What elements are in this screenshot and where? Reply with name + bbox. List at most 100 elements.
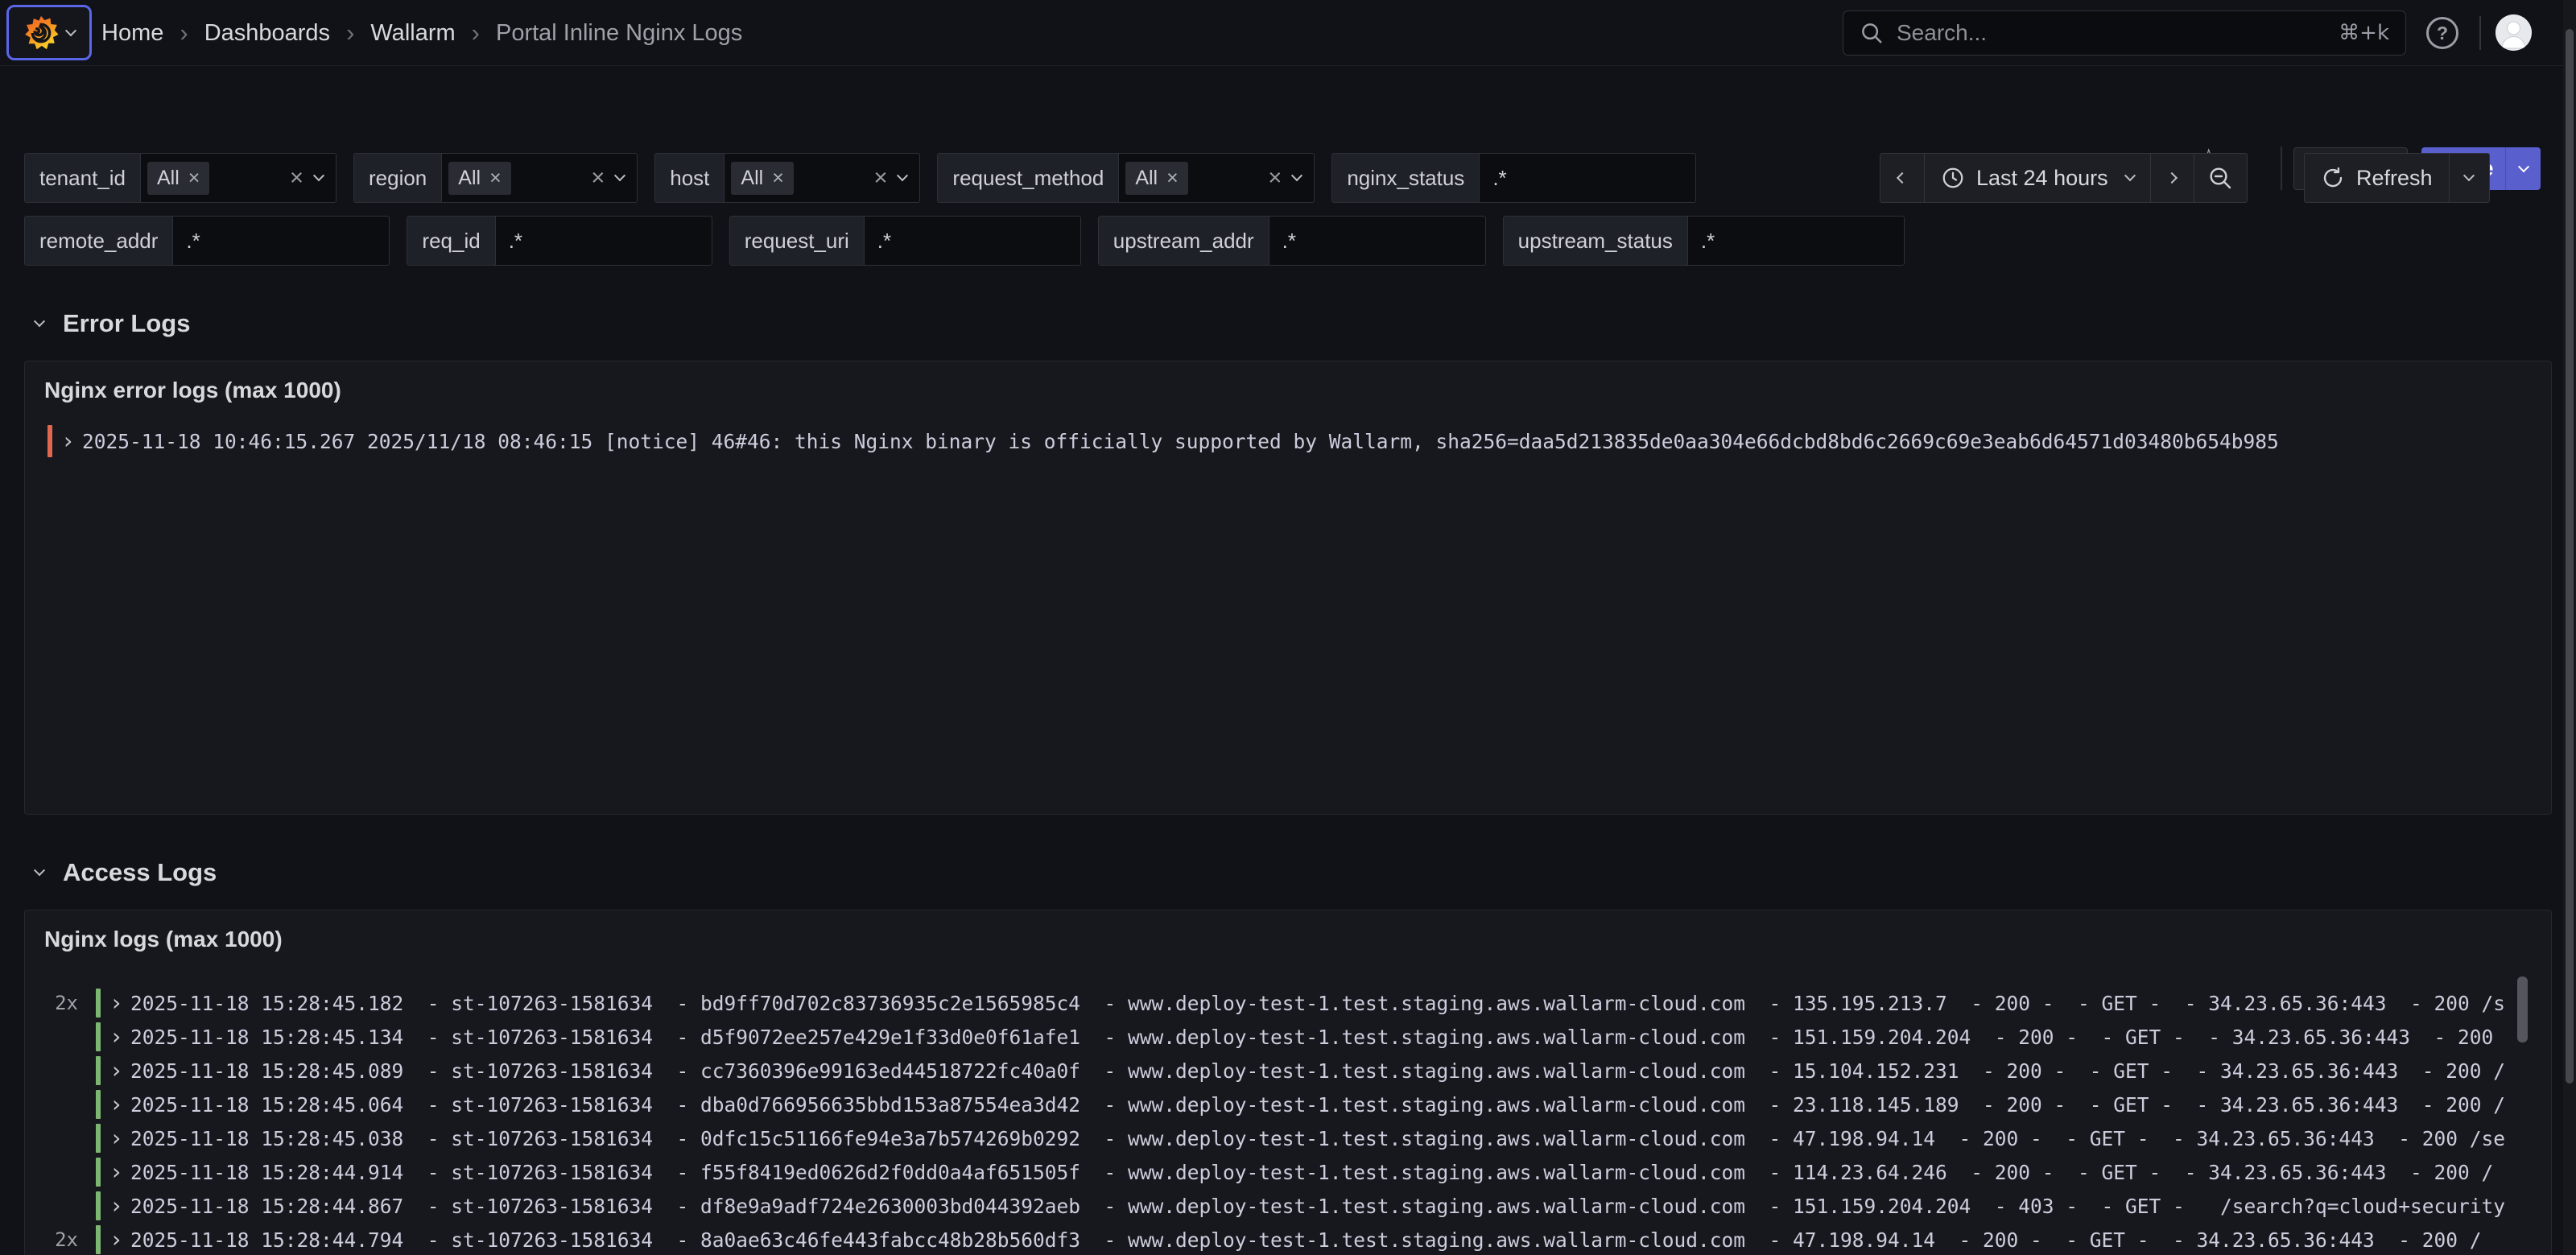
log-row[interactable]: ›2025-11-18 15:28:44.867 - st-107263-158…	[25, 1189, 2551, 1223]
grafana-logo-button[interactable]	[6, 5, 92, 60]
log-row[interactable]: ›2025-11-18 10:46:15.267 2025/11/18 08:4…	[25, 423, 2551, 460]
panel-title[interactable]: Nginx logs (max 1000)	[25, 910, 2551, 952]
selected-option-chip[interactable]: All×	[1125, 162, 1187, 195]
breadcrumb-home[interactable]: Home	[101, 20, 163, 47]
chip-label: All	[741, 167, 763, 190]
variable-tenant_id[interactable]: tenant_idAll××	[24, 153, 336, 203]
clear-selection-icon[interactable]: ×	[290, 167, 303, 190]
log-expand-icon[interactable]: ›	[109, 1195, 126, 1217]
log-line-text: 2025-11-18 15:28:45.038 - st-107263-1581…	[130, 1127, 2551, 1150]
variable-label: nginx_status	[1332, 154, 1480, 202]
variable-nginx_status[interactable]: nginx_status.*	[1331, 153, 1696, 203]
log-expand-icon[interactable]: ›	[109, 1228, 126, 1251]
variable-host[interactable]: hostAll××	[654, 153, 920, 203]
log-expand-icon[interactable]: ›	[109, 1093, 126, 1116]
panel-scrollbar-thumb[interactable]	[2517, 976, 2528, 1042]
selected-option-chip[interactable]: All ×	[731, 162, 793, 195]
log-row[interactable]: ›2025-11-18 15:28:45.038 - st-107263-158…	[25, 1121, 2551, 1155]
log-expand-icon[interactable]: ›	[109, 1026, 126, 1048]
log-level-bar	[96, 989, 101, 1018]
variable-upstream_status[interactable]: upstream_status.*	[1503, 216, 1905, 266]
log-row[interactable]: 2x›2025-11-18 15:28:45.182 - st-107263-1…	[25, 986, 2551, 1020]
variable-input-value: .*	[496, 229, 522, 254]
top-nav-bar: Home › Dashboards › Wallarm › Portal Inl…	[0, 0, 2576, 66]
time-shift-forward-button[interactable]	[2150, 154, 2194, 202]
chevron-down-icon	[2517, 161, 2529, 172]
logo-chevron-down-icon	[65, 25, 76, 36]
variable-value[interactable]: .*	[865, 217, 1080, 265]
selected-option-chip[interactable]: All×	[448, 162, 510, 195]
time-zoom-out-button[interactable]	[2194, 154, 2247, 202]
variable-input-value: .*	[173, 229, 200, 254]
log-expand-icon[interactable]: ›	[109, 1161, 126, 1183]
variable-value[interactable]: .*	[173, 217, 389, 265]
log-expand-icon[interactable]: ›	[61, 430, 77, 452]
log-row[interactable]: ›2025-11-18 15:28:44.914 - st-107263-158…	[25, 1155, 2551, 1189]
variable-value[interactable]: .*	[1480, 154, 1695, 202]
log-row[interactable]: 2x›2025-11-18 15:28:44.794 - st-107263-1…	[25, 1223, 2551, 1255]
log-row[interactable]: ›2025-11-18 15:28:45.064 - st-107263-158…	[25, 1088, 2551, 1121]
variable-label: upstream_status	[1504, 217, 1688, 265]
section-collapse-icon[interactable]	[34, 865, 45, 876]
log-line-text: 2025-11-18 10:46:15.267 2025/11/18 08:46…	[82, 430, 2551, 453]
section-title: Error Logs	[63, 309, 190, 338]
refresh-button[interactable]: Refresh	[2305, 154, 2449, 202]
user-avatar[interactable]	[2496, 14, 2532, 51]
log-expand-icon[interactable]: ›	[109, 1127, 126, 1150]
variable-remote_addr[interactable]: remote_addr.*	[24, 216, 390, 266]
variable-value[interactable]: All××	[141, 154, 336, 202]
breadcrumb-wallarm[interactable]: Wallarm	[370, 20, 455, 47]
search-icon	[1860, 21, 1884, 45]
refresh-interval-button[interactable]	[2449, 154, 2489, 202]
log-line-text: 2025-11-18 15:28:44.867 - st-107263-1581…	[130, 1195, 2551, 1218]
section-header-error-logs[interactable]: Error Logs	[35, 308, 190, 340]
log-line-text: 2025-11-18 15:28:44.914 - st-107263-1581…	[130, 1161, 2551, 1184]
clear-selection-icon[interactable]: ×	[591, 167, 605, 190]
variable-value[interactable]: All × ×	[724, 154, 919, 202]
zoom-out-icon	[2207, 165, 2233, 191]
variable-value[interactable]: .*	[1269, 217, 1485, 265]
variable-req_id[interactable]: req_id.*	[407, 216, 712, 266]
chevron-down-icon	[2124, 170, 2136, 181]
variable-region[interactable]: regionAll××	[353, 153, 638, 203]
remove-option-icon[interactable]: ×	[1166, 168, 1179, 188]
log-level-bar	[47, 425, 52, 457]
remove-option-icon[interactable]: ×	[188, 168, 200, 188]
share-menu-button[interactable]	[2505, 147, 2541, 190]
log-expand-icon[interactable]: ›	[109, 992, 126, 1014]
section-header-access-logs[interactable]: Access Logs	[35, 857, 217, 889]
search-bar[interactable]: ⌘+k	[1843, 10, 2406, 56]
selected-option-chip[interactable]: All×	[147, 162, 209, 195]
variable-value[interactable]: .*	[1688, 217, 1904, 265]
time-range-picker[interactable]: Last 24 hours	[1924, 154, 2150, 202]
remove-option-icon[interactable]: ×	[489, 168, 502, 188]
panel-title[interactable]: Nginx error logs (max 1000)	[25, 361, 2551, 403]
variable-upstream_addr[interactable]: upstream_addr.*	[1098, 216, 1486, 266]
log-level-bar	[96, 1056, 101, 1085]
variable-input-value: .*	[1688, 229, 1715, 254]
variable-value[interactable]: All××	[442, 154, 637, 202]
variable-label: remote_addr	[25, 217, 173, 265]
log-level-bar	[96, 1158, 101, 1187]
section-title: Access Logs	[63, 858, 217, 887]
time-shift-back-button[interactable]	[1880, 154, 1924, 202]
log-row[interactable]: ›2025-11-18 15:28:45.089 - st-107263-158…	[25, 1054, 2551, 1088]
variable-request_method[interactable]: request_methodAll××	[937, 153, 1315, 203]
clear-selection-icon[interactable]: ×	[873, 167, 887, 190]
variable-value[interactable]: .*	[496, 217, 712, 265]
section-collapse-icon[interactable]	[34, 316, 45, 327]
variable-value[interactable]: All××	[1119, 154, 1314, 202]
search-input[interactable]	[1897, 20, 2326, 46]
log-expand-icon[interactable]: ›	[109, 1059, 126, 1082]
chevron-down-icon	[1291, 170, 1302, 181]
breadcrumb-dashboards[interactable]: Dashboards	[204, 20, 330, 47]
chevron-down-icon	[897, 170, 908, 181]
variable-request_uri[interactable]: request_uri.*	[729, 216, 1081, 266]
chevron-right-icon	[2166, 172, 2178, 184]
page-scrollbar-thumb[interactable]	[2566, 29, 2574, 1084]
help-button[interactable]: ?	[2426, 17, 2458, 49]
variable-filters-row-1: tenant_idAll××regionAll××hostAll××reques…	[24, 153, 1696, 203]
log-row[interactable]: ›2025-11-18 15:28:45.134 - st-107263-158…	[25, 1020, 2551, 1054]
remove-option-icon[interactable]: ×	[772, 168, 784, 188]
clear-selection-icon[interactable]: ×	[1268, 167, 1282, 190]
